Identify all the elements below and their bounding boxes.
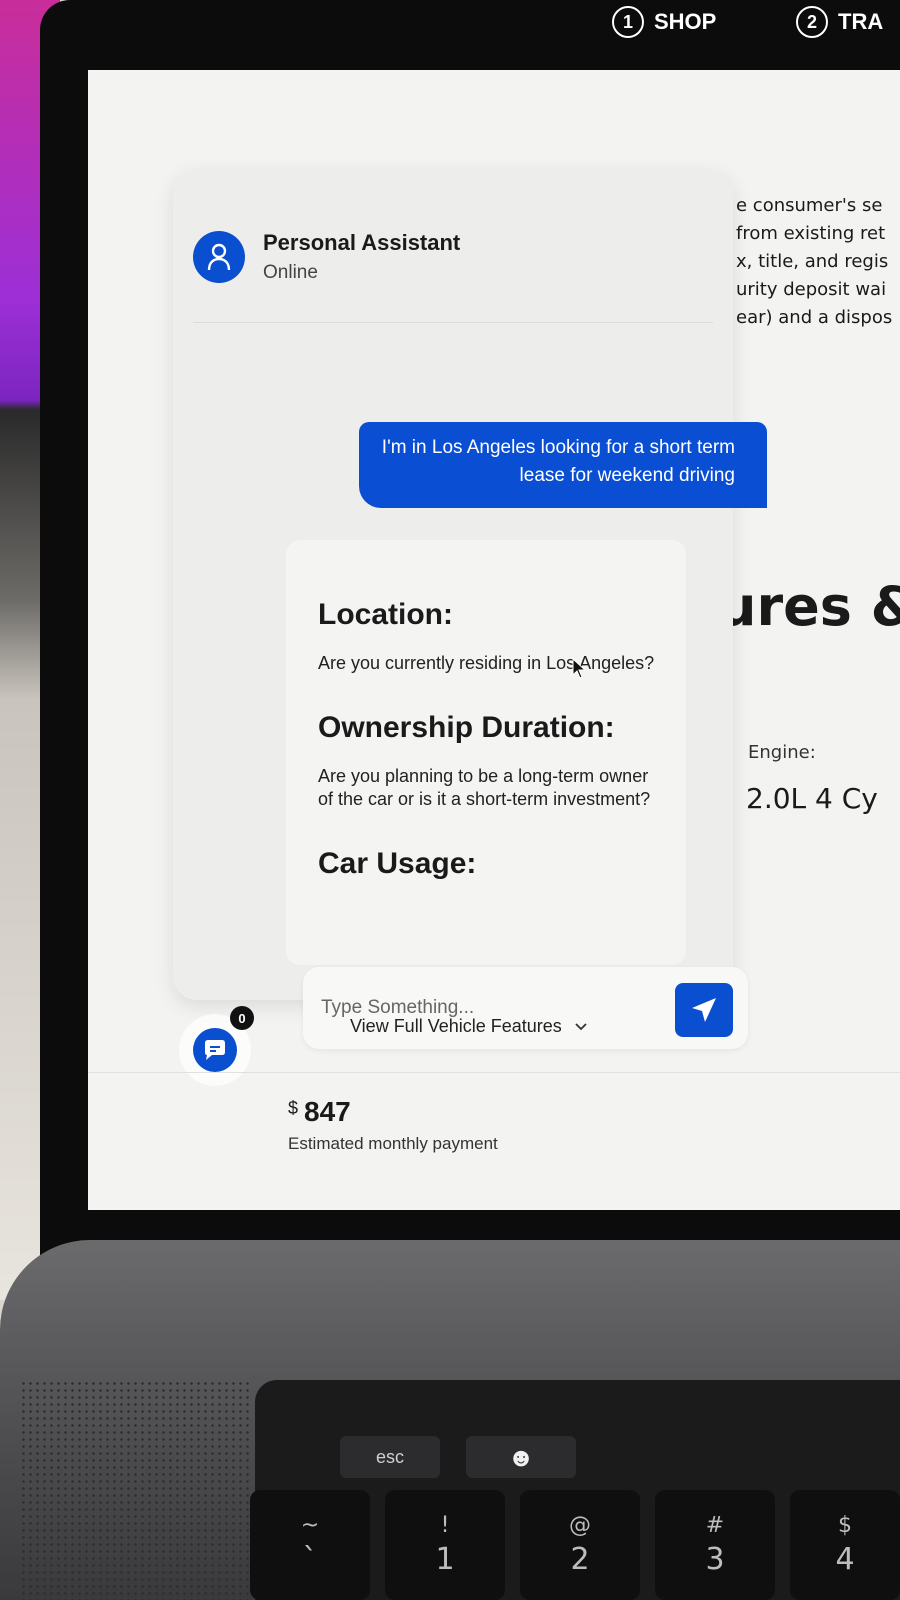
text-line: x, title, and regis (736, 251, 889, 272)
chat-notification-badge: 0 (230, 1006, 254, 1030)
chevron-down-icon (575, 1022, 587, 1030)
user-message-bubble: I'm in Los Angeles looking for a short t… (359, 422, 767, 508)
key-top-label: ! (440, 1513, 450, 1538)
assistant-message-card: Location: Are you currently residing in … (286, 540, 686, 965)
step-label: SHOP (654, 9, 717, 34)
chat-header-text: Personal Assistant Online (263, 230, 460, 284)
nav-step-shop[interactable]: 1 SHOP (612, 6, 716, 38)
esc-key[interactable]: esc (340, 1436, 440, 1478)
send-button[interactable] (675, 983, 733, 1037)
view-features-label: View Full Vehicle Features (350, 1016, 562, 1036)
background-disclaimer-text: e consumer's se from existing ret x, tit… (736, 192, 900, 332)
emoji-icon[interactable]: ☻ (466, 1436, 576, 1478)
price-caption: Estimated monthly payment (288, 1134, 498, 1153)
view-full-features-link[interactable]: View Full Vehicle Features (350, 1016, 588, 1037)
send-icon (692, 998, 716, 1022)
question-title-ownership: Ownership Duration: (318, 711, 615, 744)
key-2[interactable]: @ 2 (520, 1490, 640, 1600)
step-number-circle: 1 (612, 6, 644, 38)
speaker-grill (20, 1380, 250, 1600)
price-value: 847 (304, 1096, 351, 1127)
engine-label: Engine: (748, 742, 816, 763)
key-1[interactable]: ! 1 (385, 1490, 505, 1600)
section-divider (88, 1072, 900, 1073)
key-bottom-label: 2 (570, 1542, 590, 1577)
text-line: urity deposit wai (736, 279, 887, 300)
text-line: from existing ret (736, 223, 886, 244)
chat-panel: Personal Assistant Online I'm in Los Ang… (173, 170, 767, 1049)
key-bottom-label: 1 (435, 1542, 455, 1577)
step-label: TRA (838, 9, 884, 34)
text-line: ear) and a dispos (736, 307, 893, 328)
key-bottom-label: ` (302, 1542, 318, 1577)
question-title-location: Location: (318, 598, 453, 631)
chat-launcher-button[interactable] (193, 1028, 237, 1072)
key-4[interactable]: $ 4 (790, 1490, 900, 1600)
assistant-title: Personal Assistant (263, 230, 461, 255)
text-line: e consumer's se (736, 195, 883, 216)
header-divider (193, 322, 713, 323)
key-backtick[interactable]: ~ ` (250, 1490, 370, 1600)
features-heading: ures & (718, 575, 900, 638)
engine-value: 2.0L 4 Cy (746, 782, 878, 815)
browser-screen: e consumer's se from existing ret x, tit… (88, 70, 900, 1210)
key-top-label: # (705, 1513, 725, 1538)
key-bottom-label: 4 (835, 1542, 855, 1577)
assistant-status: Online (263, 262, 318, 283)
nav-step-trade[interactable]: 2 TRA (796, 6, 883, 38)
key-top-label: ~ (300, 1513, 320, 1538)
question-body-location: Are you currently residing in Los Angele… (318, 653, 655, 673)
user-icon (193, 231, 245, 283)
key-3[interactable]: # 3 (655, 1490, 775, 1600)
key-bottom-label: 3 (705, 1542, 725, 1577)
chat-bubble-icon (205, 1040, 225, 1060)
key-top-label: $ (838, 1513, 852, 1538)
chat-header: Personal Assistant Online (193, 230, 460, 284)
monthly-price: $ 847 (288, 1096, 351, 1128)
step-number-circle: 2 (796, 6, 828, 38)
key-top-label: @ (569, 1513, 591, 1538)
currency-symbol: $ (288, 1098, 299, 1118)
question-body-ownership: Are you planning to be a long-term owner… (318, 766, 651, 809)
question-title-usage: Car Usage: (318, 847, 477, 880)
mouse-pointer-icon (572, 658, 586, 679)
